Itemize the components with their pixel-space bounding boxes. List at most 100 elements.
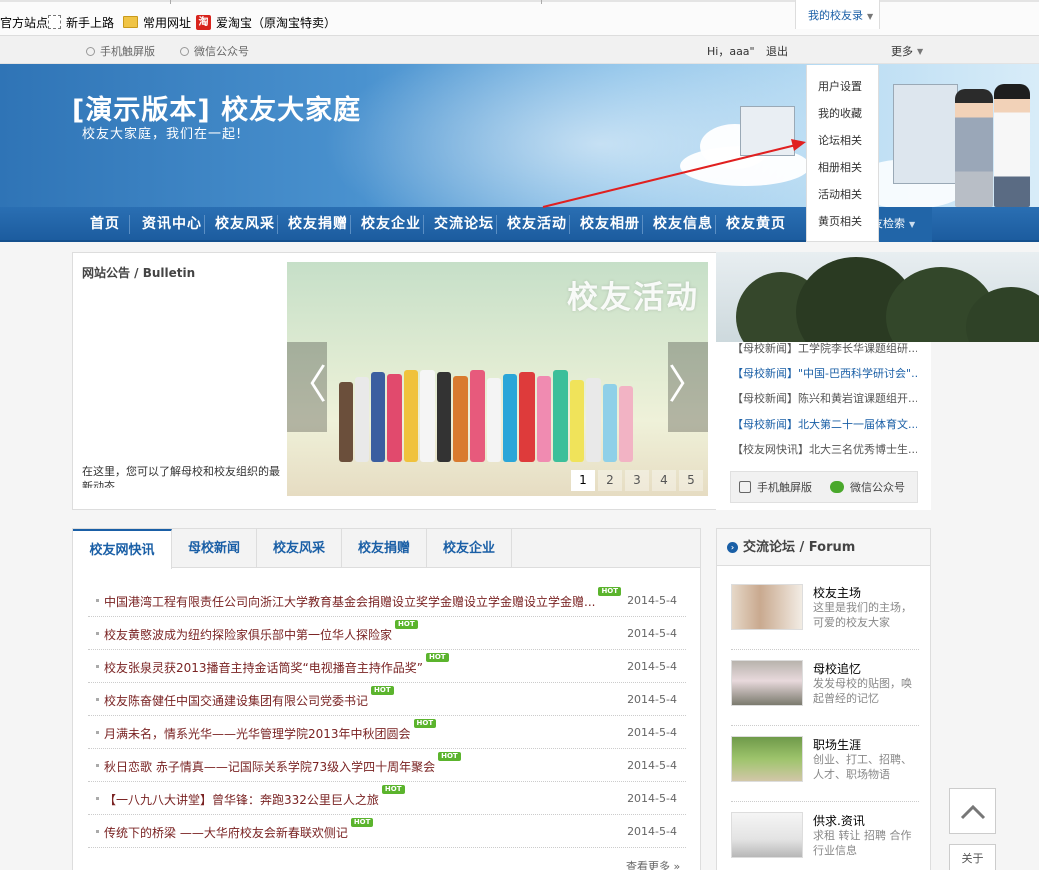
nav-activities[interactable]: 校友活动 [507, 207, 567, 242]
slider-next-button[interactable]: 〉 [668, 342, 708, 432]
news-title: 校友张泉灵获2013播音主持金话筒奖“电视播音主持作品奖” [104, 661, 423, 675]
forum-item[interactable]: 供求.资讯 求租 转让 招聘 合作 行业信息 [731, 812, 919, 870]
photo-figure [420, 370, 435, 462]
bullet-icon [96, 698, 99, 701]
taobao-icon: 淘 [196, 14, 211, 30]
more-news-link[interactable]: 查看更多 » [626, 858, 680, 870]
tab-donation[interactable]: 校友捐赠 [342, 529, 427, 568]
about-button[interactable]: 关于 [949, 844, 996, 870]
side-news-item[interactable]: 【母校新闻】北大第二十一届体育文... [732, 416, 917, 432]
top-user-bar: 手机触屏版 微信公众号 Hi，aaa" 退出 更多 ▼ [0, 36, 1039, 64]
news-tabs-panel: 校友网快讯 母校新闻 校友风采 校友捐赠 校友企业 中国港湾工程有限责任公司向浙… [72, 528, 701, 870]
bullet-icon [96, 665, 99, 668]
bookmark-beginner[interactable]: 新手上路 [48, 14, 114, 30]
forum-item-desc: 创业、打工、招聘、人才、职场物语 [813, 753, 912, 781]
student-graphic [994, 84, 1030, 207]
nav-alumni-info[interactable]: 校友信息 [653, 207, 713, 242]
photo-figure [570, 380, 584, 462]
forum-item[interactable]: 母校追忆 发发母校的贴图，唤起曾经的记忆 [731, 660, 919, 726]
news-title: 校友陈奋健任中国交通建设集团有限公司党委书记 [104, 694, 369, 708]
news-row[interactable]: 中国港湾工程有限责任公司向浙江大学教育基金会捐赠设立奖学金赠设立学金赠设立学金赠… [88, 584, 686, 617]
bookmark-aitaobao[interactable]: 淘爱淘宝（原淘宝特卖） [196, 14, 336, 30]
menu-user-settings[interactable]: 用户设置 [807, 73, 878, 100]
slider-page-3[interactable]: 3 [625, 470, 649, 491]
news-row[interactable]: 【一八九八大讲堂】曾华锋：奔跑332公里巨人之旅HOT 2014-5-4 [88, 782, 686, 815]
photo-figure [553, 370, 568, 462]
forum-thumbnail [731, 660, 803, 706]
bookmark-official-site[interactable]: 官方站点 [0, 14, 48, 30]
tab-alumni-style[interactable]: 校友风采 [257, 529, 342, 568]
forum-item-title: 职场生涯 [813, 738, 862, 752]
news-tab-bar: 校友网快讯 母校新闻 校友风采 校友捐赠 校友企业 [73, 529, 700, 569]
nav-yellow-pages[interactable]: 校友黄页 [726, 207, 786, 242]
menu-activities[interactable]: 活动相关 [807, 181, 878, 208]
news-row[interactable]: 秋日恋歌 赤子情真——记国际关系学院73级入学四十周年聚会HOT 2014-5-4 [88, 749, 686, 782]
news-row[interactable]: 校友张泉灵获2013播音主持金话筒奖“电视播音主持作品奖”HOT 2014-5-4 [88, 650, 686, 683]
photo-figure [503, 374, 517, 462]
slider-page-1[interactable]: 1 [571, 470, 595, 491]
nav-enterprise[interactable]: 校友企业 [361, 207, 421, 242]
nav-forum[interactable]: 交流论坛 [434, 207, 494, 242]
nav-divider [715, 215, 716, 234]
wechat-link[interactable]: 微信公众号 [180, 43, 249, 59]
bookmark-common-sites[interactable]: 常用网址 [123, 14, 191, 30]
tab-school-news[interactable]: 母校新闻 [172, 529, 257, 568]
menu-album[interactable]: 相册相关 [807, 154, 878, 181]
activity-slider[interactable]: 校友活动 〈 〉 1 2 3 4 5 [287, 262, 708, 496]
tab-enterprise[interactable]: 校友企业 [427, 529, 512, 568]
bullet-icon [96, 731, 99, 734]
hot-badge: HOT [425, 653, 449, 662]
hot-badge: HOT [381, 785, 405, 794]
nav-album[interactable]: 校友相册 [580, 207, 640, 242]
menu-favorites[interactable]: 我的收藏 [807, 100, 878, 127]
news-row[interactable]: 校友黄愍波成为纽约探险家俱乐部中第一位华人探险家HOT 2014-5-4 [88, 617, 686, 650]
menu-forum[interactable]: 论坛相关 [807, 127, 878, 154]
news-title: 校友黄愍波成为纽约探险家俱乐部中第一位华人探险家 [104, 628, 393, 642]
side-share-bar: 手机触屏版 微信公众号 [730, 471, 918, 503]
slider-page-5[interactable]: 5 [679, 470, 703, 491]
slider-page-4[interactable]: 4 [652, 470, 676, 491]
my-alumni-menu-button[interactable]: 我的校友录 ▼ [795, 0, 880, 29]
forum-item-desc: 发发母校的贴图，唤起曾经的记忆 [813, 677, 912, 705]
student-graphic [955, 89, 993, 207]
back-to-top-button[interactable] [949, 788, 996, 834]
forum-thumbnail [731, 812, 803, 858]
nav-home[interactable]: 首页 [90, 207, 120, 242]
nav-donation[interactable]: 校友捐赠 [288, 207, 348, 242]
side-news-item[interactable]: 【校友网快讯】北大三名优秀博士生... [732, 441, 917, 457]
tab-alumni-express[interactable]: 校友网快讯 [73, 529, 172, 569]
menu-yellow-pages[interactable]: 黄页相关 [807, 208, 878, 235]
news-title: 月满未名，情系光华——光华管理学院2013年中秋团圆会 [104, 727, 411, 741]
building-graphic [740, 106, 795, 156]
side-news-item[interactable]: 【母校新闻】工学院李长华课题组研... [732, 340, 917, 356]
news-title: 中国港湾工程有限责任公司向浙江大学教育基金会捐赠设立奖学金赠设立学金赠设立学金赠… [104, 595, 596, 609]
nav-divider [350, 215, 351, 234]
alumni-search-button[interactable]: 友检索 ▼ [872, 207, 932, 242]
forum-header: › 交流论坛 / Forum [717, 529, 930, 566]
slider-prev-button[interactable]: 〈 [287, 342, 327, 432]
slider-page-2[interactable]: 2 [598, 470, 622, 491]
side-news-item[interactable]: 【母校新闻】"中国-巴西科学研讨会"... [732, 365, 917, 381]
side-news-item[interactable]: 【母校新闻】陈兴和黄岩谊课题组开... [732, 390, 917, 406]
more-menu[interactable]: 更多 ▼ [891, 43, 923, 59]
news-row[interactable]: 校友陈奋健任中国交通建设集团有限公司党委书记HOT 2014-5-4 [88, 683, 686, 716]
news-date: 2014-5-4 [627, 759, 677, 772]
my-alumni-dropdown: 用户设置 我的收藏 论坛相关 相册相关 活动相关 黄页相关 [806, 65, 879, 242]
chevron-down-icon: ▼ [909, 220, 916, 229]
side-mobile-link[interactable]: 手机触屏版 [739, 479, 812, 495]
nav-divider [423, 215, 424, 234]
news-row[interactable]: 月满未名，情系光华——光华管理学院2013年中秋团圆会HOT 2014-5-4 [88, 716, 686, 749]
site-title: [演示版本] 校友大家庭 [72, 95, 362, 126]
bullet-icon [96, 599, 99, 602]
nav-news-center[interactable]: 资讯中心 [142, 207, 202, 242]
nav-divider [129, 215, 130, 234]
logout-link[interactable]: 退出 [766, 43, 788, 59]
hot-badge: HOT [598, 587, 622, 596]
nav-alumni-style[interactable]: 校友风采 [215, 207, 275, 242]
mobile-version-link[interactable]: 手机触屏版 [86, 43, 155, 59]
news-date: 2014-5-4 [627, 792, 677, 805]
forum-item[interactable]: 职场生涯 创业、打工、招聘、人才、职场物语 [731, 736, 919, 802]
forum-item[interactable]: 校友主场 这里是我们的主场，可爱的校友大家 [731, 584, 919, 650]
side-wechat-link[interactable]: 微信公众号 [830, 479, 905, 495]
news-row[interactable]: 传统下的桥梁 ——大华府校友会新春联欢侧记HOT 2014-5-4 [88, 815, 686, 848]
